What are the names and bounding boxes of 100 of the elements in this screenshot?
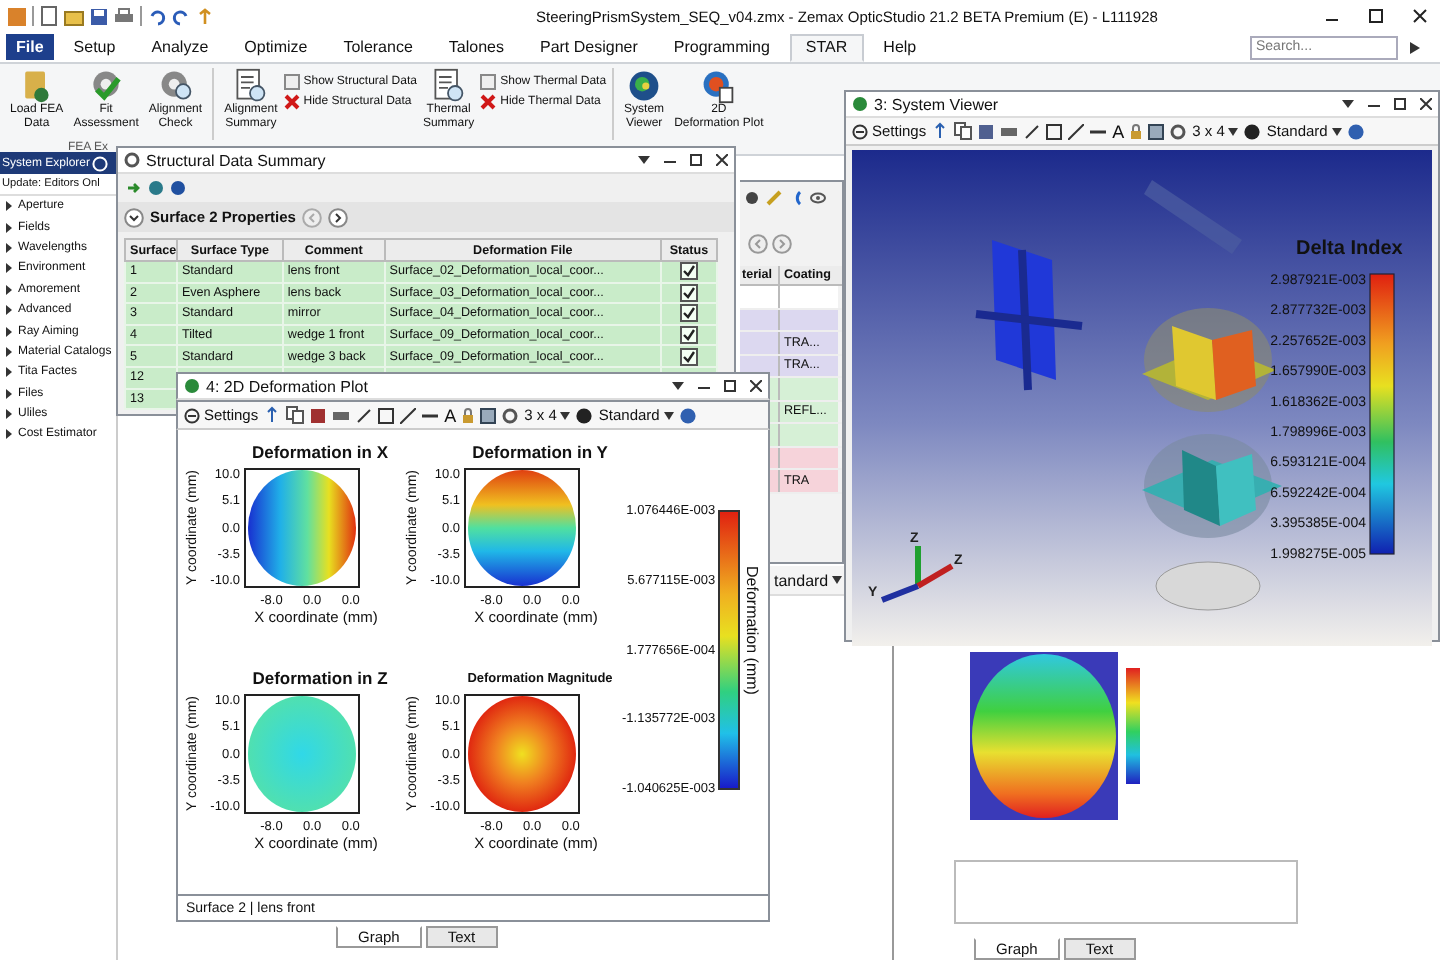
help-icon[interactable] <box>170 180 186 196</box>
ribbon-tab[interactable]: Setup <box>57 33 132 61</box>
heatmap-drawing <box>244 694 360 814</box>
caret-icon[interactable] <box>1331 127 1342 135</box>
ribbon-tab[interactable]: Optimize <box>228 33 324 61</box>
save-icon[interactable] <box>310 407 327 423</box>
gear-icon[interactable] <box>1170 123 1187 139</box>
table-cell <box>740 286 778 307</box>
window-title: 4: 2D Deformation Plot <box>206 377 368 395</box>
help-icon[interactable] <box>92 155 109 171</box>
lock-icon[interactable] <box>462 407 475 423</box>
dropdown-icon[interactable] <box>672 380 684 392</box>
globe-icon <box>184 378 200 394</box>
status-checkbox[interactable] <box>679 284 698 302</box>
import-icon[interactable] <box>126 180 142 196</box>
heatmap-drawing <box>464 468 580 588</box>
status-checkbox[interactable] <box>679 305 698 323</box>
line-icon[interactable] <box>400 407 417 423</box>
ribbon-tab[interactable]: Tolerance <box>327 33 429 61</box>
ribbon-tab[interactable]: Talones <box>432 33 520 61</box>
checkbox-icon <box>283 74 300 90</box>
maximize-icon[interactable] <box>690 154 702 166</box>
pen-icon[interactable] <box>356 407 373 423</box>
close-icon[interactable] <box>716 154 728 166</box>
target-icon[interactable] <box>576 407 593 423</box>
mode-dropdown[interactable]: tandard <box>774 571 843 589</box>
maximize-icon[interactable] <box>724 380 736 392</box>
caret-icon[interactable] <box>1228 127 1239 135</box>
x-icon <box>283 94 300 110</box>
plot-title: Deformation in Y <box>470 442 610 466</box>
collapse-icon[interactable] <box>852 123 868 139</box>
previous-icon[interactable] <box>748 234 768 254</box>
ribbon-tab[interactable]: Analyze <box>135 33 225 61</box>
collapse-icon[interactable] <box>184 407 200 423</box>
lock-icon[interactable] <box>1130 123 1143 139</box>
window-title: Structural Data Summary <box>146 151 326 169</box>
maximize-icon[interactable] <box>1364 4 1388 28</box>
file-tab[interactable]: File <box>6 34 54 60</box>
color-scale-bar <box>1126 668 1140 784</box>
grid-icon[interactable] <box>480 407 497 423</box>
eye-icon[interactable] <box>810 190 826 206</box>
globe-icon <box>626 68 663 104</box>
text-tool[interactable]: A <box>444 405 457 425</box>
maximize-icon[interactable] <box>1394 98 1406 110</box>
status-checkbox[interactable] <box>679 326 698 344</box>
scale-title: Deformation (mm) <box>743 566 762 695</box>
copy-icon[interactable] <box>286 406 305 424</box>
line-icon[interactable] <box>1068 123 1085 139</box>
plot-title: Deformation in Z <box>250 668 390 692</box>
text-tool[interactable]: A <box>1112 121 1125 141</box>
caret-icon[interactable] <box>560 411 571 419</box>
open-folder-icon[interactable] <box>64 7 84 25</box>
status-checkbox[interactable] <box>679 347 698 365</box>
redo-icon[interactable] <box>172 7 190 25</box>
arrow-icon[interactable] <box>1408 39 1422 55</box>
window-title: 3: System Viewer <box>874 95 999 113</box>
dropdown-icon[interactable] <box>1342 98 1354 110</box>
gear-icon <box>124 152 140 168</box>
checkbox-icon <box>480 74 497 90</box>
print-icon[interactable] <box>332 407 351 423</box>
close-icon[interactable] <box>750 380 762 392</box>
rectangle-icon[interactable] <box>378 407 395 423</box>
help-icon[interactable] <box>1347 123 1364 139</box>
caret-icon[interactable] <box>832 576 843 584</box>
gear-icon[interactable] <box>502 407 519 423</box>
x-icon <box>480 94 497 110</box>
caret-icon[interactable] <box>663 411 674 419</box>
axis-triad-icon <box>880 546 954 603</box>
copy-icon[interactable] <box>954 122 973 140</box>
table-cell <box>740 309 778 330</box>
next-icon[interactable] <box>327 207 348 227</box>
help-icon[interactable] <box>679 407 696 423</box>
heatmap-drawing <box>464 694 580 814</box>
globe-icon <box>852 96 868 112</box>
close-icon[interactable] <box>1408 4 1432 28</box>
table-cell <box>740 332 778 353</box>
save-icon[interactable] <box>90 7 108 25</box>
refresh-icon[interactable] <box>932 122 949 140</box>
status-checkbox[interactable] <box>679 262 698 281</box>
close-icon[interactable] <box>1420 98 1432 110</box>
pen-icon[interactable] <box>1024 123 1041 139</box>
ribbon-tab[interactable]: Programming <box>657 33 786 61</box>
grid-icon[interactable] <box>1148 123 1165 139</box>
ribbon-tab[interactable]: Help <box>867 33 933 61</box>
globe-icon[interactable] <box>148 180 164 196</box>
print-icon[interactable] <box>114 7 134 25</box>
save-icon[interactable] <box>978 123 995 139</box>
toolbar-icon[interactable] <box>744 190 760 206</box>
target-icon[interactable] <box>1244 123 1261 139</box>
print-icon[interactable] <box>1000 123 1019 139</box>
heatmap-drawing <box>244 468 360 588</box>
collapse-icon[interactable] <box>124 207 144 227</box>
legend-title: Delta Index <box>1296 238 1403 260</box>
ribbon-tab[interactable]: Part Designer <box>523 33 654 61</box>
ribbon-tab[interactable]: STAR <box>789 33 864 61</box>
refresh-icon[interactable] <box>264 406 281 424</box>
undo-icon[interactable] <box>148 7 166 25</box>
new-file-icon[interactable] <box>40 6 58 26</box>
rectangle-icon[interactable] <box>1046 123 1063 139</box>
refresh-icon[interactable] <box>196 7 214 25</box>
